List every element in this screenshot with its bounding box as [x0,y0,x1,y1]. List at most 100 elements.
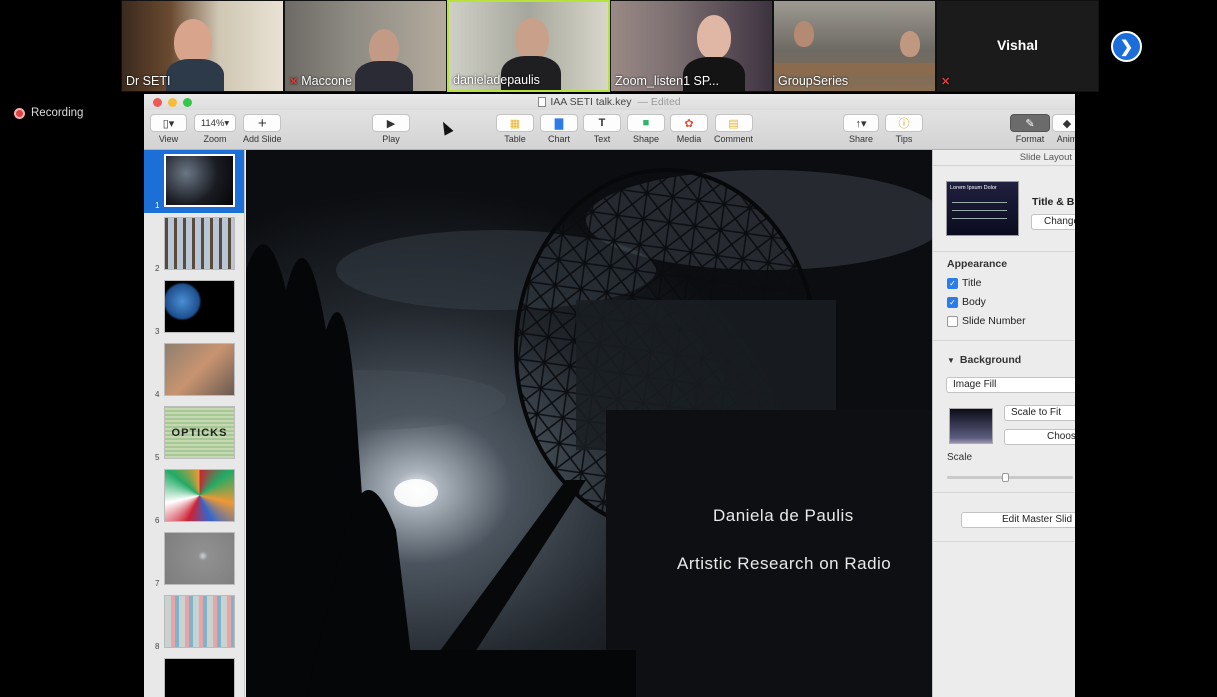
slide-thumbnail[interactable]: 7 [144,528,244,591]
scale-mode-select[interactable]: Scale to Fit [1004,405,1075,421]
layout-thumbnail-line [952,218,1007,219]
text-button[interactable]: T Text [583,114,621,144]
title-checkbox-label: Title [962,277,982,289]
slide-thumbnail[interactable]: 3 [144,276,244,339]
close-icon[interactable] [153,98,162,107]
layout-thumbnail[interactable]: Lorem Ipsum Dolor [946,181,1019,236]
text-label: Text [593,134,611,144]
table-button[interactable]: ▦ Table [496,114,534,144]
slide-number-checkbox-row[interactable]: Slide Number [947,315,1026,327]
slide-number: 1 [155,201,160,210]
slide-subtitle[interactable]: Artistic Research on Radio [677,554,891,574]
fill-type-select[interactable]: Image Fill [946,377,1075,393]
slide-thumbnail[interactable]: 4 [144,339,244,402]
comment-button[interactable]: ▤ Comment [714,114,753,144]
slide-thumbnail-image [164,595,235,648]
participant-name: ✕ Maccone [289,74,352,88]
appearance-heading: Appearance [947,258,1008,270]
slide-number: 7 [155,579,160,588]
participant-tile-active[interactable]: danieladepaulis [447,0,610,92]
body-checkbox-label: Body [962,296,986,308]
format-button[interactable]: ✎ Format [1010,114,1050,144]
background-heading[interactable]: ▼ Background [947,354,1021,366]
shape-icon: ■ [627,114,665,132]
slide-canvas[interactable]: Daniela de Paulis Artistic Research on R… [246,150,932,697]
window-titlebar: IAA SETI talk.key — Edited [144,94,1075,110]
change-layout-button[interactable]: Change [1031,214,1075,230]
divider [933,340,1075,341]
text-icon: T [583,114,621,132]
slide-presenter-name[interactable]: Daniela de Paulis [713,506,854,526]
checkmark-icon[interactable]: ✓ [947,277,958,289]
paintbrush-icon: ✎ [1010,114,1050,132]
slide-number-checkbox-label: Slide Number [962,315,1026,327]
format-label: Format [1015,134,1045,144]
choose-image-button[interactable]: Choos [1004,429,1075,445]
edit-master-slide-button[interactable]: Edit Master Slid [961,512,1075,528]
sidebar-icon: ▯▾ [150,114,187,132]
tips-label: Tips [895,134,913,144]
checkbox-icon[interactable] [947,315,958,327]
slide-thumbnail[interactable]: 1 [144,150,244,213]
slide-number: 8 [155,642,160,651]
diamond-icon: ◆ [1052,114,1075,132]
layout-name: Title & Bu [1032,196,1075,208]
participant-tile[interactable]: ✕ Maccone [284,0,447,92]
participant-tile[interactable]: GroupSeries [773,0,936,92]
shape-button[interactable]: ■ Shape [627,114,665,144]
image-fill-swatch[interactable] [949,408,993,444]
disclosure-triangle-icon: ▼ [947,356,955,365]
edited-status: — Edited [637,96,681,108]
animate-label: Anim [1056,134,1075,144]
layout-thumbnail-line [952,202,1007,203]
slide-thumbnail[interactable]: OPTICKS 5 [144,402,244,465]
document-icon [538,97,547,107]
slide-thumbnail[interactable]: 2 [144,213,244,276]
fullscreen-icon[interactable] [183,98,192,107]
slide-number: 4 [155,390,160,399]
slide-thumbnail[interactable]: 6 [144,465,244,528]
slide-navigator: 1 2 3 4 OPTICKS 5 6 7 8 [144,150,245,697]
slide-thumbnail[interactable]: 9 [144,654,244,697]
slide-thumbnail[interactable]: 8 [144,591,244,654]
slide-number: 5 [155,453,160,462]
media-button[interactable]: ✿ Media [670,114,708,144]
animate-button[interactable]: ◆ Anim [1052,114,1075,144]
chart-button[interactable]: ▇ Chart [540,114,578,144]
participant-tile-no-video[interactable]: Vishal ✕ [936,0,1099,92]
participant-strip: Dr SETI ✕ Maccone danieladepaulis Zoom_li… [121,0,1099,92]
comment-label: Comment [714,134,754,144]
scale-slider[interactable] [947,473,1073,482]
help-icon: ⓘ [885,114,923,132]
format-inspector: Slide Layout Lorem Ipsum Dolor Title & B… [932,150,1075,697]
chart-label: Chart [547,134,570,144]
zoom-menu[interactable]: 114% ▾ Zoom [194,114,236,144]
body-checkbox-row[interactable]: ✓ Body [947,296,986,308]
slider-knob[interactable] [1002,473,1009,482]
checkmark-icon[interactable]: ✓ [947,296,958,308]
slide-thumbnail-image [164,217,235,270]
participant-name: Vishal [997,37,1038,53]
recording-label: Recording [31,107,84,119]
mic-muted-icon: ✕ [289,75,299,88]
title-checkbox-row[interactable]: ✓ Title [947,277,981,289]
minimize-icon[interactable] [168,98,177,107]
participant-video [900,31,920,57]
record-icon [14,107,25,119]
zoom-value: 114% [200,117,225,129]
participant-video [355,61,413,91]
next-page-button[interactable]: ❯ [1111,31,1142,62]
view-button[interactable]: ▯▾ View [150,114,187,144]
view-label: View [158,134,179,144]
tips-button[interactable]: ⓘ Tips [885,114,923,144]
participant-tile[interactable]: Dr SETI [121,0,284,92]
participant-name: Dr SETI [126,74,171,88]
participant-tile[interactable]: Zoom_listen1 SP... [610,0,773,92]
play-button[interactable]: ▶ Play [372,114,410,144]
add-slide-button[interactable]: + Add Slide [243,114,282,144]
plus-icon: + [243,114,282,132]
layout-thumbnail-title: Lorem Ipsum Dolor [950,185,997,191]
participant-mute-status: ✕ [941,75,950,88]
slide-number: 6 [155,516,160,525]
share-button[interactable]: ↑▾ Share [843,114,879,144]
